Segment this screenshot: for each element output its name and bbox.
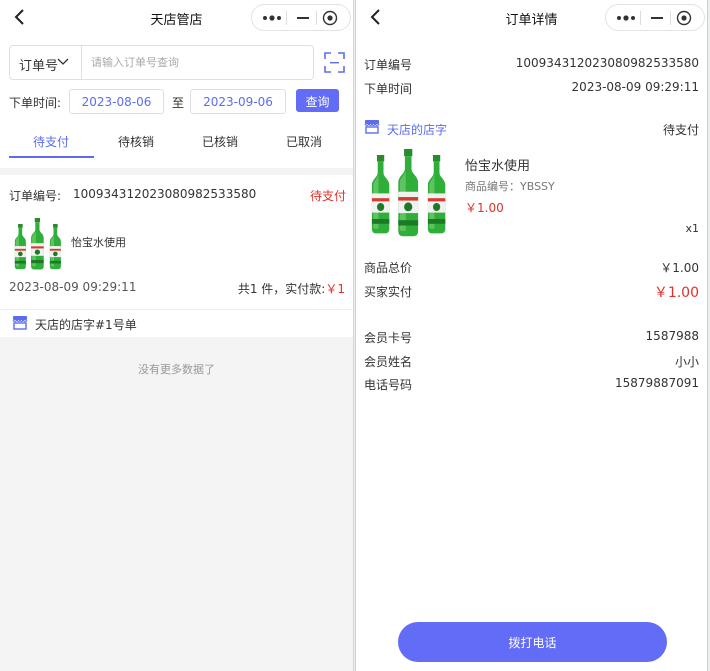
tab-pending-verify[interactable]: 待核销	[94, 133, 178, 150]
scan-icon[interactable]	[324, 52, 345, 73]
order-amount: ￥1	[325, 282, 345, 296]
capsule-divider	[286, 11, 287, 25]
buyer-paid: ￥1.00	[653, 285, 699, 301]
query-button[interactable]: 查询	[296, 89, 339, 112]
order-total-text: 共1 件，实付款:	[237, 282, 326, 296]
order-card[interactable]: 订单编号: 1009343120230809825335​80 待支付 怡宝水使…	[0, 175, 353, 310]
store-row: 天店的店字#1号单	[0, 310, 353, 337]
phone-label: 电话号码	[364, 378, 413, 392]
product-code: 商品编号：YBSSY	[465, 180, 555, 193]
mini-program-capsule	[605, 4, 705, 31]
more-dots-icon[interactable]	[260, 11, 284, 25]
no-more-data-text: 没有更多数据了	[138, 363, 215, 376]
mini-program-capsule	[251, 4, 351, 31]
product-name: 怡宝水使用	[71, 236, 126, 249]
order-search-input[interactable]	[83, 47, 311, 78]
buyer-paid-label: 买家实付	[364, 285, 413, 299]
phone-number: 15879887091	[615, 376, 699, 390]
store-icon	[12, 315, 28, 330]
order-time: 2023-08-09 09:29:11	[571, 80, 699, 94]
minimize-icon[interactable]	[294, 11, 312, 25]
store-order-text: 天店的店字#1号单	[35, 318, 137, 332]
capsule-divider	[670, 11, 671, 25]
order-no-label: 订单编号:	[9, 189, 62, 203]
beer-bottle-image	[371, 149, 446, 237]
order-list-screen: 天店管店 订单号 下单时间: 2023-08-06 至 2023-09-06 查…	[0, 0, 354, 671]
member-card: 1587988	[645, 329, 699, 343]
order-status: 待支付	[310, 189, 347, 203]
goods-total: ￥1.00	[660, 261, 699, 275]
order-no: 1009343120230809825335​80	[515, 56, 699, 70]
search-panel: 订单号 下单时间: 2023-08-06 至 2023-09-06 查询 待支付…	[0, 34, 353, 168]
call-phone-button[interactable]: 拨打电话	[398, 622, 667, 662]
product-price: ￥1.00	[465, 201, 504, 215]
minimize-icon[interactable]	[648, 11, 666, 25]
active-tab-indicator	[9, 156, 94, 158]
end-date-field[interactable]: 2023-09-06	[190, 89, 286, 114]
nav-bar: 订单详情	[356, 0, 707, 34]
order-time: 2023-08-09 09:29:11	[9, 280, 137, 294]
more-dots-icon[interactable]	[614, 11, 638, 25]
tab-cancelled[interactable]: 已取消	[262, 133, 346, 150]
order-detail-screen: 订单详情 订单编号 1009343120230809825335​80 下单时间…	[355, 0, 708, 671]
chevron-down-icon	[57, 58, 69, 65]
tab-verified[interactable]: 已核销	[178, 133, 262, 150]
product-name: 怡宝水使用	[465, 159, 531, 174]
capsule-divider	[640, 11, 641, 25]
search-box: 订单号	[9, 45, 314, 80]
order-time-label: 下单时间	[364, 82, 413, 96]
close-target-icon[interactable]	[322, 10, 338, 26]
order-no: 1009343120230809825335​80	[73, 187, 257, 201]
order-status: 待支付	[662, 123, 699, 137]
capsule-divider	[316, 11, 317, 25]
start-date-field[interactable]: 2023-08-06	[69, 89, 164, 114]
tab-pending-payment[interactable]: 待支付	[9, 133, 93, 150]
order-no-label: 订单编号	[364, 58, 413, 72]
order-total: 共1 件，实付款:￥1	[238, 280, 345, 297]
member-name-label: 会员姓名	[364, 355, 413, 369]
goods-total-label: 商品总价	[364, 261, 413, 275]
store-icon	[364, 119, 380, 134]
member-name: 小小	[674, 355, 699, 369]
order-time-label: 下单时间:	[9, 96, 62, 110]
nav-bar: 天店管店	[0, 0, 353, 34]
date-range-separator: 至	[172, 96, 185, 110]
search-type-label: 订单号	[19, 59, 59, 74]
search-type-select[interactable]: 订单号	[10, 46, 82, 79]
beer-bottle-image	[14, 218, 61, 270]
member-card-label: 会员卡号	[364, 331, 413, 345]
store-name: 天店的店字	[387, 123, 448, 137]
close-target-icon[interactable]	[676, 10, 692, 26]
product-quantity: x1	[685, 222, 699, 235]
